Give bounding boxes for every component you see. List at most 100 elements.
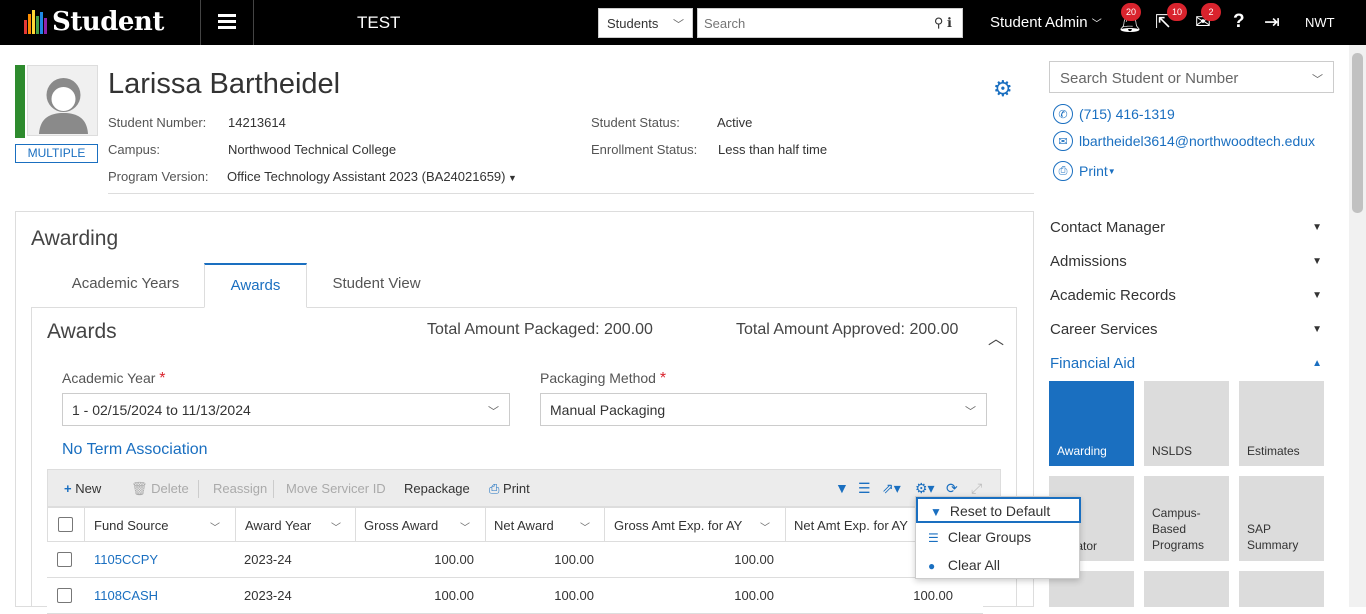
- fund-source-link[interactable]: 1105CCPY: [94, 552, 158, 567]
- column-header-gross-amt-exp[interactable]: Gross Amt Exp. for AY ﹀: [614, 518, 784, 534]
- program-version-select[interactable]: Office Technology Assistant 2023 (BA2402…: [227, 169, 517, 184]
- page-title: Awarding: [31, 227, 119, 250]
- net-award-cell: 100.00: [554, 552, 594, 567]
- help-icon[interactable]: ?: [1233, 11, 1245, 33]
- email-link[interactable]: ✉ lbartheidel3614@northwoodtech.edux: [1053, 131, 1315, 151]
- search-icon[interactable]: ⚲: [934, 15, 944, 30]
- net-amt-exp-cell: 100.00: [913, 588, 953, 603]
- menu-financial-aid[interactable]: Financial Aid ▲: [1050, 355, 1330, 372]
- entity-select[interactable]: Students ﹀: [598, 8, 693, 38]
- filter-icon[interactable]: ▼: [835, 480, 849, 496]
- page-scrollbar[interactable]: [1349, 45, 1366, 607]
- top-navbar: Student TEST Students ﹀ ⚲ ℹ Student Admi…: [0, 0, 1366, 45]
- gear-icon[interactable]: ⚙: [993, 76, 1013, 102]
- new-button[interactable]: + New: [64, 481, 101, 496]
- award-year-cell: 2023-24: [244, 552, 292, 567]
- chevron-down-icon: ﹀: [673, 19, 684, 31]
- select-all-checkbox[interactable]: [58, 517, 73, 532]
- menu-contact-manager[interactable]: Contact Manager ▼: [1050, 219, 1330, 236]
- tile-label-line: Summary: [1247, 538, 1299, 552]
- tile-sap-summary[interactable]: SAP Summary: [1239, 476, 1324, 561]
- phone-link[interactable]: ✆ (715) 416-1319: [1053, 104, 1175, 124]
- clear-all-item[interactable]: ● Clear All: [916, 553, 1081, 579]
- column-header-net-award[interactable]: Net Award ﹀: [494, 518, 604, 534]
- academic-year-select[interactable]: 1 - 02/15/2024 to 11/13/2024 ﹀: [62, 393, 510, 426]
- tile[interactable]: [1239, 571, 1324, 607]
- multiple-badge[interactable]: MULTIPLE: [15, 144, 98, 163]
- program-label: Program Version:: [108, 169, 209, 184]
- chevron-down-icon[interactable]: ﹀: [210, 519, 220, 534]
- menu-label: Admissions: [1050, 253, 1127, 270]
- no-term-association-link[interactable]: No Term Association: [62, 441, 208, 459]
- row-checkbox[interactable]: [57, 552, 72, 567]
- column-header-gross-award[interactable]: Gross Award ﹀: [364, 518, 484, 534]
- fund-source-link[interactable]: 1108CASH: [94, 588, 158, 603]
- tab-academic-years[interactable]: Academic Years: [53, 263, 198, 308]
- menu-admissions[interactable]: Admissions ▼: [1050, 253, 1330, 270]
- delete-button[interactable]: 🗑︎ Delete: [131, 481, 189, 497]
- caret-up-icon: ▲: [1312, 358, 1322, 369]
- phone-icon: ✆: [1053, 104, 1073, 124]
- global-search[interactable]: ⚲ ℹ: [697, 8, 963, 38]
- academic-year-label: Academic Year *: [62, 370, 166, 388]
- chevron-down-icon[interactable]: ﹀: [760, 519, 770, 534]
- tile[interactable]: [1144, 571, 1229, 607]
- scrollbar-thumb[interactable]: [1352, 53, 1363, 213]
- chevron-down-icon[interactable]: ﹀: [331, 519, 341, 534]
- packaging-method-select[interactable]: Manual Packaging ﹀: [540, 393, 987, 426]
- tile-estimates[interactable]: Estimates: [1239, 381, 1324, 466]
- tab-awards[interactable]: Awards: [204, 263, 307, 308]
- hamburger-menu-icon[interactable]: [218, 14, 236, 30]
- filter-icon: ▼: [930, 505, 942, 519]
- column-chooser-icon[interactable]: ☰: [858, 480, 871, 497]
- app-logo[interactable]: Student: [24, 7, 164, 37]
- reset-to-default-item[interactable]: ▼ Reset to Default: [916, 497, 1081, 523]
- repackage-button[interactable]: Repackage: [404, 481, 470, 496]
- export-icon[interactable]: ⇗▾: [882, 480, 901, 497]
- chevron-down-icon[interactable]: ﹀: [580, 519, 590, 534]
- column-header-fund-source[interactable]: Fund Source ﹀: [94, 518, 224, 534]
- student-name: Larissa Bartheidel: [108, 68, 341, 100]
- print-button[interactable]: ⎙ Print: [489, 481, 530, 497]
- award-year-cell: 2023-24: [244, 588, 292, 603]
- table-row[interactable]: 1105CCPY 2023-24 100.00 100.00 100.00: [47, 542, 983, 578]
- tab-student-view[interactable]: Student View: [313, 263, 440, 308]
- campus-code[interactable]: NWT: [1305, 15, 1335, 30]
- column-header-award-year[interactable]: Award Year ﹀: [245, 518, 345, 534]
- chevron-down-icon[interactable]: ﹀: [460, 519, 470, 534]
- student-search-select[interactable]: Search Student or Number ﹀: [1049, 61, 1334, 93]
- move-servicer-button[interactable]: Move Servicer ID: [286, 481, 386, 496]
- column-separator: [235, 508, 236, 542]
- menu-academic-records[interactable]: Academic Records ▼: [1050, 287, 1330, 304]
- avatar[interactable]: [27, 65, 98, 136]
- column-header-net-amt-exp[interactable]: Net Amt Exp. for AY: [794, 518, 924, 533]
- clear-groups-item[interactable]: ☰ Clear Groups: [916, 525, 1081, 551]
- reassign-button[interactable]: Reassign: [213, 481, 267, 496]
- caret-down-icon: ▼: [505, 173, 517, 183]
- total-approved: Total Amount Approved: 200.00: [736, 321, 959, 338]
- grid-settings-menu: ▼ Reset to Default ☰ Clear Groups ● Clea…: [915, 496, 1081, 579]
- divider: [200, 0, 201, 45]
- tile-awarding[interactable]: Awarding: [1049, 381, 1134, 466]
- program-version: Office Technology Assistant 2023 (BA2402…: [227, 169, 506, 184]
- menu-career-services[interactable]: Career Services ▼: [1050, 321, 1330, 338]
- settings-gear-icon[interactable]: ⚙▾: [915, 480, 935, 497]
- caret-down-icon: ▼: [1312, 222, 1322, 233]
- tile-label-line: Based: [1152, 522, 1187, 536]
- column-separator: [785, 508, 786, 542]
- column-separator: [604, 508, 605, 542]
- logout-icon[interactable]: ⇥: [1264, 11, 1280, 34]
- user-menu[interactable]: Student Admin ﹀: [990, 14, 1102, 31]
- collapse-chevron-up-icon[interactable]: ︿: [988, 325, 1004, 349]
- print-menu[interactable]: ⎙ Print ▼: [1053, 161, 1116, 181]
- refresh-icon[interactable]: ⟳: [946, 480, 958, 497]
- global-search-input[interactable]: [698, 9, 898, 37]
- column-title: Award Year: [245, 518, 312, 533]
- info-icon[interactable]: ℹ: [947, 15, 952, 30]
- expand-icon[interactable]: ⤢: [971, 480, 982, 497]
- table-row[interactable]: 1108CASH 2023-24 100.00 100.00 100.00 10…: [47, 578, 983, 614]
- tile-nslds[interactable]: NSLDS: [1144, 381, 1229, 466]
- row-checkbox[interactable]: [57, 588, 72, 603]
- tile-campus-based-programs[interactable]: Campus- Based Programs: [1144, 476, 1229, 561]
- menu-label: Academic Records: [1050, 287, 1176, 304]
